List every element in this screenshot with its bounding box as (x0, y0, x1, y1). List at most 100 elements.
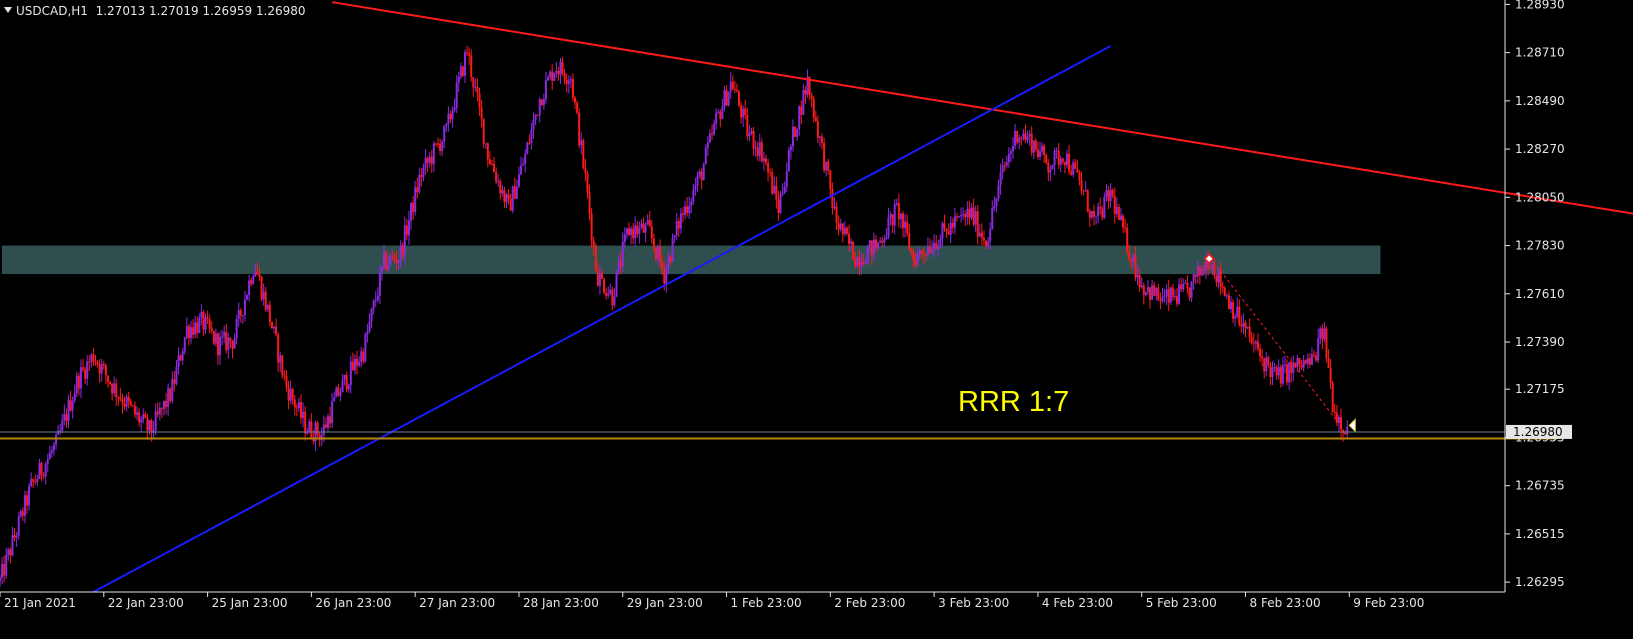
candle-body (1283, 364, 1286, 366)
candle-body (580, 140, 583, 146)
candle-body (1273, 367, 1276, 369)
candle-body (694, 185, 697, 190)
candle-body (1088, 211, 1091, 218)
candle-body (972, 207, 975, 225)
candle-body (727, 91, 730, 106)
x-tick-label: 8 Feb 23:00 (1250, 596, 1321, 610)
candle-body (997, 185, 1000, 199)
candle-body (339, 392, 342, 396)
candle-body (67, 399, 70, 422)
candle-body (484, 143, 487, 145)
candle-body (625, 228, 628, 235)
candle-body (1161, 297, 1164, 302)
candle-body (324, 424, 327, 428)
candle-body (1113, 195, 1116, 215)
candle-body (111, 383, 114, 394)
candle-body (7, 549, 10, 555)
y-tick-label: 1.26295 (1515, 575, 1565, 589)
candle-body (183, 337, 186, 352)
candle-body (52, 444, 55, 451)
candle-body (347, 384, 350, 390)
candle-body (1053, 150, 1056, 166)
candle-body (55, 434, 58, 445)
candle-body (690, 201, 693, 206)
price-chart[interactable]: 1.28930 1.28710 1.28490 1.28270 1.28050 1.278… (0, 0, 1633, 639)
candle-body (584, 168, 587, 174)
candle-body (405, 225, 408, 236)
candle-body (1205, 260, 1208, 271)
candle-body (825, 161, 828, 171)
candle-body (534, 114, 537, 120)
symbol-header[interactable]: USDCAD,H1 1.27013 1.27019 1.26959 1.2698… (4, 4, 306, 18)
candle-body (1281, 365, 1284, 384)
candle-body (1200, 269, 1203, 276)
candle-body (742, 108, 745, 118)
candle-body (1032, 140, 1035, 153)
candle-body (262, 291, 265, 300)
candle-body (681, 213, 684, 215)
candle-body (90, 354, 93, 362)
candle-body (787, 150, 790, 172)
candle-body (889, 214, 892, 218)
candle-body (891, 214, 894, 226)
candle-body (908, 233, 911, 250)
candle-body (237, 310, 240, 320)
candle-body (434, 143, 437, 145)
candle-body (843, 227, 846, 235)
collapse-triangle-icon[interactable] (4, 7, 12, 13)
candle-body (391, 255, 394, 257)
candle-body (592, 240, 595, 247)
candle-body (740, 105, 743, 118)
candle-body (914, 259, 917, 266)
candle-body (756, 147, 759, 157)
candle-body (852, 241, 855, 260)
symbol-name: USDCAD,H1 (16, 4, 88, 18)
candle-body (684, 206, 687, 215)
y-tick-label: 1.28930 (1515, 0, 1565, 11)
candle-body (644, 224, 647, 233)
candle-body (422, 167, 425, 178)
candle-body (19, 511, 22, 517)
candle-body (881, 240, 884, 243)
candle-body (559, 61, 562, 75)
candle-body (1190, 281, 1193, 298)
candle-body (1288, 362, 1291, 383)
candle-body (960, 214, 963, 217)
candle-body (951, 222, 954, 228)
x-tick-label: 2 Feb 23:00 (834, 596, 905, 610)
candle-body (538, 99, 541, 116)
candle-body (565, 80, 568, 84)
candle-body (77, 375, 80, 389)
candle-body (648, 220, 651, 227)
candle-body (127, 396, 130, 402)
candle-body (993, 205, 996, 209)
candle-body (322, 424, 325, 435)
candle-body (974, 211, 977, 225)
candle-body (675, 221, 678, 236)
candle-body (540, 99, 543, 106)
candle-body (260, 276, 263, 300)
candle-body (229, 337, 232, 342)
candle-body (461, 66, 464, 76)
candle-body (362, 351, 365, 362)
candle-body (1227, 295, 1230, 310)
candle-body (841, 223, 844, 235)
candle-body (970, 207, 973, 218)
candle-body (1323, 328, 1326, 340)
candle-body (40, 462, 43, 475)
candle-body (563, 73, 566, 81)
candle-body (472, 77, 475, 88)
candle-body (1049, 169, 1052, 173)
candle-body (92, 354, 95, 362)
candle-body (1043, 145, 1046, 155)
candle-body (171, 379, 174, 401)
candle-body (1126, 227, 1129, 253)
candle-body (916, 253, 919, 266)
candle-body (326, 416, 329, 428)
candle-body (663, 268, 666, 284)
candle-body (789, 146, 792, 151)
candle-body (1317, 338, 1320, 361)
candle-body (941, 223, 944, 239)
candle-body (252, 275, 255, 284)
candle-body (706, 142, 709, 148)
